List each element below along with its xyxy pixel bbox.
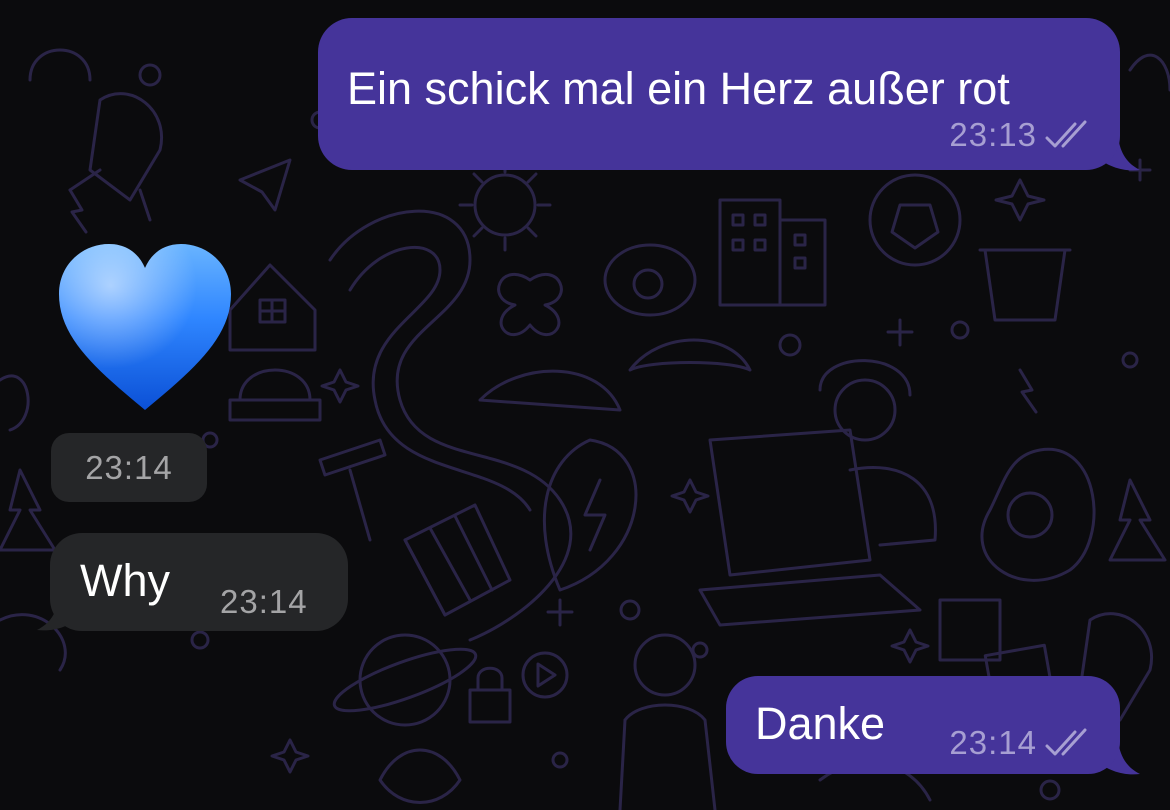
message-text: Ein schick mal ein Herz außer rot — [347, 63, 1010, 114]
message-time: 23:14 — [85, 449, 173, 486]
message-time: 23:14 — [220, 583, 308, 620]
incoming-message-bubble[interactable]: Why 23:14 — [50, 533, 348, 631]
double-check-icon — [1045, 728, 1087, 755]
message-time: 23:13 — [949, 116, 1037, 153]
message-meta: 23:13 — [949, 118, 1091, 151]
outgoing-message-bubble[interactable]: Ein schick mal ein Herz außer rot 23:13 — [318, 18, 1120, 170]
double-check-icon — [1045, 120, 1087, 147]
message-text: Why — [80, 555, 170, 606]
message-text: Danke — [755, 698, 886, 749]
chat-thread: Ein schick mal ein Herz außer rot 23:13 — [0, 0, 1170, 810]
emoji-time-badge: 23:14 — [51, 433, 207, 502]
blue-heart-icon[interactable] — [57, 242, 233, 419]
message-meta: 23:14 — [220, 585, 308, 618]
outgoing-message-bubble[interactable]: Danke 23:14 — [726, 676, 1120, 774]
message-time: 23:14 — [949, 724, 1037, 761]
message-meta: 23:14 — [949, 726, 1091, 759]
